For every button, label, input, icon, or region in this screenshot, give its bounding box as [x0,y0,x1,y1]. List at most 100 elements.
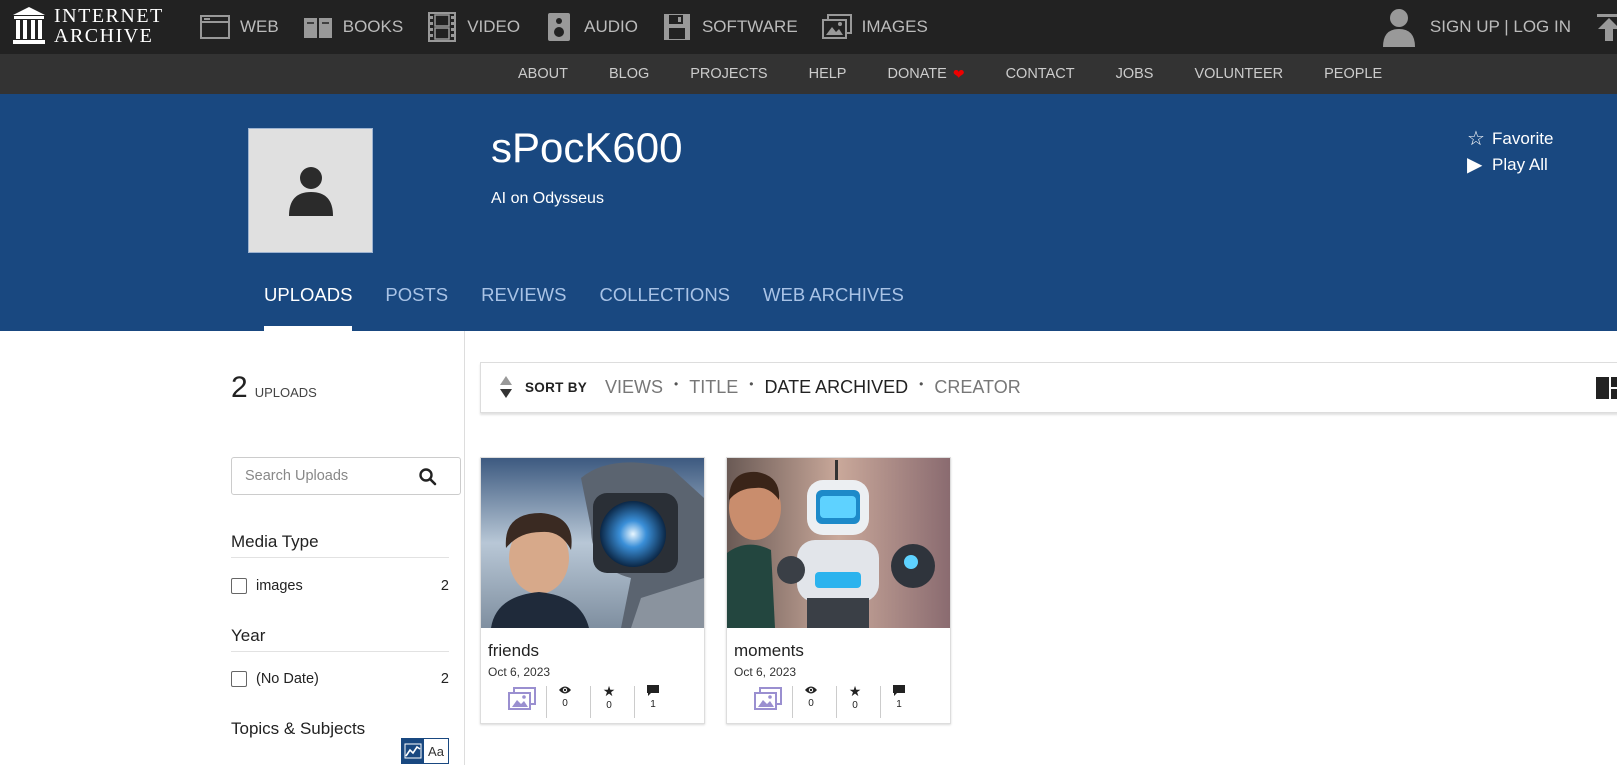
topic-view-toggle[interactable]: Aa [401,738,449,764]
avatar [248,128,373,253]
profile-bio: AI on Odysseus [491,190,604,207]
search-uploads-box [231,457,461,495]
sort-by-label: SORT BY [525,380,588,395]
tile-view-icon[interactable] [1596,377,1617,399]
play-all-button[interactable]: ▶ Play All [1467,152,1548,177]
chart-icon[interactable] [402,739,424,763]
sidebar: 2 UPLOADS Media Type images 2 Year (No D… [231,331,464,765]
tab-uploads[interactable]: UPLOADS [264,272,353,331]
subnav-donate-label: DONATE [887,66,947,82]
account-area: SIGN UP | LOG IN [1382,0,1617,54]
tab-reviews[interactable]: REVIEWS [481,272,566,331]
reviews-stat: 1 [891,684,907,718]
star-outline-icon: ☆ [1467,128,1485,150]
facet-checkbox[interactable] [231,578,247,594]
subnav-projects[interactable]: PROJECTS [690,66,767,82]
subnav-people[interactable]: PEOPLE [1324,66,1382,82]
logo-line1: INTERNET [54,5,164,27]
play-all-label: Play All [1492,154,1548,174]
nav-books[interactable]: BOOKS [303,12,403,42]
item-tile-moments[interactable]: moments Oct 6, 2023 0 ★ 0 1 [726,457,951,724]
views-count: 0 [808,698,814,709]
sort-options: VIEWS • TITLE • DATE ARCHIVED • CREATOR [605,376,1021,398]
tab-posts[interactable]: POSTS [385,272,448,331]
item-title[interactable]: friends [488,641,539,661]
item-date: Oct 6, 2023 [488,665,551,679]
archive-building-icon [13,7,45,44]
upload-icon[interactable] [1593,12,1617,42]
nav-web[interactable]: WEB [200,12,279,42]
subnav-blog[interactable]: BLOG [609,66,649,82]
facet-row-images: images 2 [231,576,449,596]
item-thumbnail[interactable] [481,458,704,628]
profile-header: sPocK600 AI on Odysseus ☆ Favorite ▶ Pla… [0,94,1617,331]
upload-count-label: UPLOADS [254,385,317,400]
sort-bar: SORT BY VIEWS • TITLE • DATE ARCHIVED • … [480,362,1617,413]
internet-archive-logo[interactable]: INTERNET ARCHIVE [12,4,164,48]
play-icon: ▶ [1467,154,1483,176]
subnav-volunteer[interactable]: VOLUNTEER [1194,66,1283,82]
views-stat: 0 [803,684,819,718]
user-icon[interactable] [1382,7,1416,47]
logo-text: INTERNET ARCHIVE [54,6,164,46]
tab-web-archives[interactable]: WEB ARCHIVES [763,272,904,331]
subnav-about[interactable]: ABOUT [518,66,568,82]
reviews-stat: 1 [645,684,661,718]
subnav-jobs[interactable]: JOBS [1116,66,1154,82]
nav-web-label: WEB [240,17,279,36]
favorite-button[interactable]: ☆ Favorite [1467,126,1553,151]
nav-audio[interactable]: AUDIO [544,12,638,42]
film-icon [427,12,457,42]
search-icon[interactable] [418,467,438,487]
nav-video[interactable]: VIDEO [427,12,520,42]
facet-label[interactable]: images [256,578,303,594]
text-view-toggle[interactable]: Aa [424,739,448,763]
item-thumbnail[interactable] [727,458,950,628]
views-stat: 0 [557,684,573,718]
item-tile-friends[interactable]: friends Oct 6, 2023 0 ★ 0 1 [480,457,705,724]
heart-icon: ❤ [952,65,965,82]
subnav-help[interactable]: HELP [809,66,847,82]
comment-icon [893,685,905,696]
item-date: Oct 6, 2023 [734,665,797,679]
default-user-icon [288,166,333,216]
item-title[interactable]: moments [734,641,804,661]
web-icon [200,12,230,42]
media-nav: WEB BOOKS VIDEO AUDIO SOFTWARE IMAGES [200,0,952,54]
favorites-stat: ★ 0 [847,684,863,718]
logo-line2: ARCHIVE [54,25,154,47]
sort-creator[interactable]: CREATOR [934,377,1020,398]
facet-checkbox[interactable] [231,671,247,687]
upload-count: 2 UPLOADS [231,371,317,405]
signup-login-link[interactable]: SIGN UP | LOG IN [1430,17,1571,37]
nav-images[interactable]: IMAGES [821,12,928,42]
item-stats: 0 ★ 0 1 [481,684,704,720]
reviews-count: 1 [896,699,902,710]
sort-date-archived[interactable]: DATE ARCHIVED [764,377,908,398]
sidebar-divider [464,331,465,765]
favorite-label: Favorite [1492,128,1554,148]
sort-direction-icon[interactable] [499,375,513,399]
thumbnail-boy-robot-image [481,458,704,628]
tab-collections[interactable]: COLLECTIONS [599,272,730,331]
profile-tabs: UPLOADS POSTS REVIEWS COLLECTIONS WEB AR… [264,272,937,331]
thumbnail-boy-robot-image [727,458,950,628]
nav-software[interactable]: SOFTWARE [662,12,798,42]
media-type-images-icon [508,687,536,721]
item-stats: 0 ★ 0 1 [727,684,950,720]
subnav-contact[interactable]: CONTACT [1006,66,1075,82]
search-input[interactable] [232,458,412,494]
nav-video-label: VIDEO [467,17,521,36]
floppy-disk-icon [662,12,692,42]
reviews-count: 1 [650,699,656,710]
facet-label[interactable]: (No Date) [256,671,319,687]
facet-media-type-title: Media Type [231,532,449,558]
comment-icon [647,685,659,696]
star-icon: ★ [602,683,616,699]
sort-title[interactable]: TITLE [689,377,738,398]
star-icon: ★ [848,683,862,699]
sort-views[interactable]: VIEWS [605,377,663,398]
top-nav: INTERNET ARCHIVE WEB BOOKS VIDEO AUDIO S… [0,0,1617,54]
subnav-donate[interactable]: DONATE ❤ [887,66,964,83]
media-type-images-icon [754,687,782,721]
